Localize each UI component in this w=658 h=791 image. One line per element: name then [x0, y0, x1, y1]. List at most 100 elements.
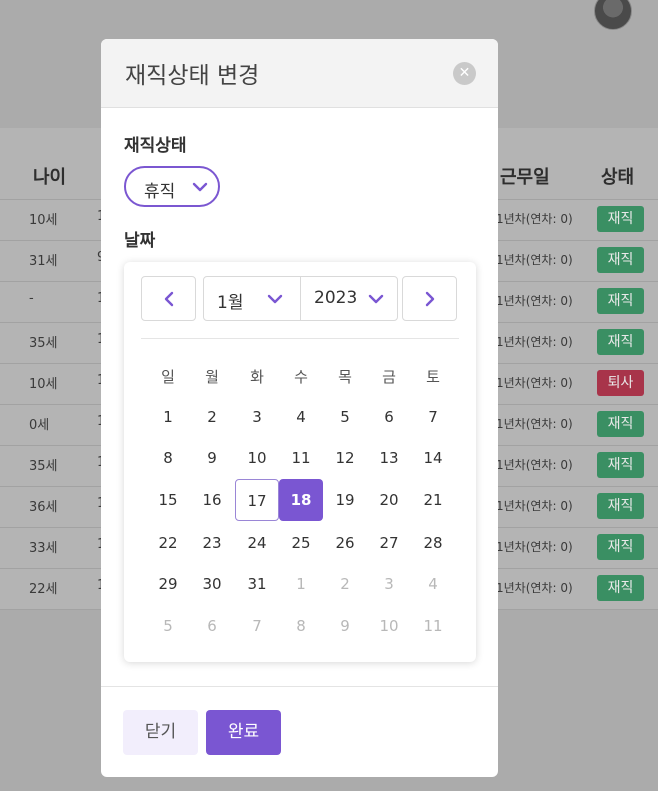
calendar-day[interactable]: 15 [146, 479, 190, 521]
calendar-day[interactable]: 29 [146, 563, 190, 605]
calendar-day-outside[interactable]: 5 [146, 605, 190, 647]
chevron-down-icon [192, 182, 208, 192]
table-cell-work-days: 1년차(연차: 0) [496, 212, 573, 226]
table-cell-work-days: 1년차(연차: 0) [496, 253, 573, 267]
calendar-day[interactable]: 17 [235, 479, 279, 521]
month-select[interactable]: 1월 [204, 277, 300, 320]
calendar-day[interactable]: 31 [235, 563, 279, 605]
calendar-day[interactable]: 10 [235, 437, 279, 479]
calendar-day[interactable]: 8 [146, 437, 190, 479]
calendar-divider [141, 338, 459, 339]
table-cell-work-days: 1년차(연차: 0) [496, 335, 573, 349]
table-cell-age: - [29, 291, 34, 306]
chevron-down-icon [267, 294, 283, 304]
table-cell-work-days: 1년차(연차: 0) [496, 417, 573, 431]
modal-footer-divider [101, 686, 498, 687]
table-cell-work-days: 1년차(연차: 0) [496, 581, 573, 595]
calendar-day[interactable]: 19 [323, 479, 367, 521]
status-change-modal: 재직상태 변경 ✕ 재직상태 휴직 날짜 1월 2023 일월화수목금토1234… [101, 39, 498, 777]
status-badge: 퇴사 [597, 370, 644, 396]
date-label: 날짜 [124, 231, 156, 251]
calendar-day[interactable]: 11 [279, 437, 323, 479]
calendar-day-outside[interactable]: 11 [411, 605, 455, 647]
status-badge: 재직 [597, 534, 644, 560]
table-cell-work-days: 1년차(연차: 0) [496, 376, 573, 390]
calendar-day-outside[interactable]: 10 [367, 605, 411, 647]
calendar-day[interactable]: 21 [411, 479, 455, 521]
calendar-day[interactable]: 28 [411, 522, 455, 564]
calendar-day-outside[interactable]: 4 [411, 563, 455, 605]
calendar-day[interactable]: 22 [146, 522, 190, 564]
status-label: 재직상태 [124, 136, 187, 156]
calendar-day-outside[interactable]: 2 [323, 563, 367, 605]
year-select-value: 2023 [314, 288, 358, 308]
weekday-header: 토 [426, 368, 440, 386]
calendar-day-outside[interactable]: 3 [367, 563, 411, 605]
table-cell-age: 33세 [29, 541, 58, 556]
calendar-day-selected[interactable]: 18 [279, 479, 323, 521]
calendar-day-outside[interactable]: 7 [235, 605, 279, 647]
calendar-day[interactable]: 26 [323, 522, 367, 564]
calendar-day[interactable]: 27 [367, 522, 411, 564]
status-badge: 재직 [597, 452, 644, 478]
done-button[interactable]: 완료 [206, 710, 281, 755]
modal-header: 재직상태 변경 ✕ [101, 39, 498, 108]
calendar-day[interactable]: 25 [279, 522, 323, 564]
chevron-down-icon [368, 294, 384, 304]
calendar-day[interactable]: 14 [411, 437, 455, 479]
status-select[interactable]: 휴직 [124, 166, 220, 207]
weekday-header: 화 [250, 368, 264, 386]
status-select-value: 휴직 [144, 182, 176, 202]
weekday-header: 목 [338, 368, 352, 386]
table-cell-age: 31세 [29, 254, 58, 269]
weekday-header: 금 [382, 368, 396, 386]
table-cell-age: 22세 [29, 582, 58, 597]
table-cell-work-days: 1년차(연차: 0) [496, 540, 573, 554]
calendar-day-outside[interactable]: 6 [190, 605, 234, 647]
calendar-day[interactable]: 12 [323, 437, 367, 479]
table-cell-age: 10세 [29, 377, 58, 392]
calendar-day[interactable]: 20 [367, 479, 411, 521]
status-badge: 재직 [597, 329, 644, 355]
year-select[interactable]: 2023 [301, 277, 398, 320]
status-badge: 재직 [597, 247, 644, 273]
calendar-day-outside[interactable]: 8 [279, 605, 323, 647]
table-cell-age: 36세 [29, 500, 58, 515]
calendar-day[interactable]: 13 [367, 437, 411, 479]
status-badge: 재직 [597, 575, 644, 601]
calendar-day[interactable]: 4 [279, 396, 323, 438]
status-badge: 재직 [597, 288, 644, 314]
table-cell-age: 35세 [29, 336, 58, 351]
next-month-button[interactable] [402, 276, 457, 321]
calendar-day[interactable]: 24 [235, 522, 279, 564]
prev-month-button[interactable] [141, 276, 196, 321]
close-button[interactable]: 닫기 [123, 710, 198, 755]
calendar-day[interactable]: 23 [190, 522, 234, 564]
weekday-header: 월 [205, 368, 219, 386]
calendar-day[interactable]: 3 [235, 396, 279, 438]
calendar-day-outside[interactable]: 1 [279, 563, 323, 605]
table-cell-age: 0세 [29, 418, 50, 433]
calendar-day[interactable]: 5 [323, 396, 367, 438]
status-badge: 재직 [597, 206, 644, 232]
month-year-select: 1월 2023 [203, 276, 398, 321]
calendar-day-outside[interactable]: 9 [323, 605, 367, 647]
col-header-work-days: 근무일 [500, 167, 550, 188]
calendar-day[interactable]: 9 [190, 437, 234, 479]
status-badge: 재직 [597, 411, 644, 437]
close-icon[interactable]: ✕ [453, 62, 476, 85]
calendar-day[interactable]: 30 [190, 563, 234, 605]
calendar-day[interactable]: 16 [190, 479, 234, 521]
table-cell-work-days: 1년차(연차: 0) [496, 294, 573, 308]
calendar-day[interactable]: 1 [146, 396, 190, 438]
table-cell-work-days: 1년차(연차: 0) [496, 499, 573, 513]
col-header-age: 나이 [33, 167, 67, 188]
col-header-status: 상태 [601, 167, 635, 188]
calendar-day[interactable]: 6 [367, 396, 411, 438]
calendar-day[interactable]: 2 [190, 396, 234, 438]
calendar-day[interactable]: 7 [411, 396, 455, 438]
weekday-header: 일 [161, 368, 175, 386]
weekday-header: 수 [294, 368, 308, 386]
month-select-value: 1월 [217, 293, 244, 313]
table-cell-age: 10세 [29, 213, 58, 228]
